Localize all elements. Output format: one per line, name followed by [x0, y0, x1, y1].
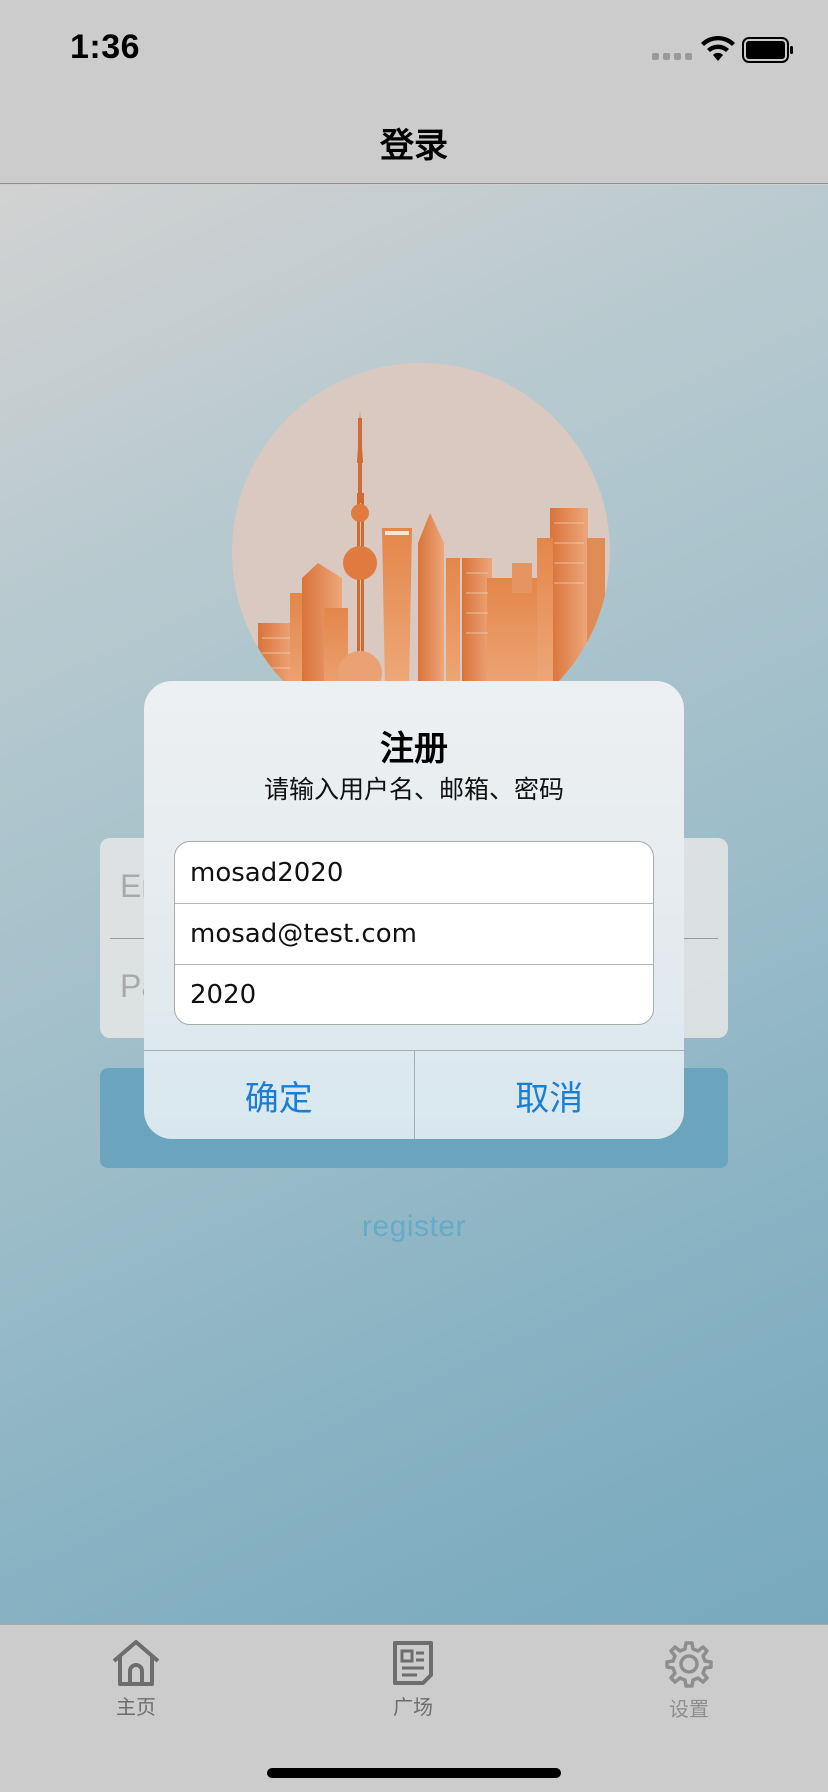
gear-icon [665, 1641, 713, 1688]
register-alert: 注册 请输入用户名、邮箱、密码 mosad2020 mosad@test.com… [144, 681, 684, 1139]
battery-icon [742, 37, 793, 63]
alert-title: 注册 [380, 729, 448, 769]
document-icon [393, 1641, 433, 1685]
tab-settings[interactable]: 设置 [629, 1639, 749, 1722]
alert-text-fields: mosad2020 mosad@test.com 2020 [174, 841, 654, 1025]
status-bar: 1:36 [0, 0, 828, 100]
tab-label: 设置 [669, 1697, 709, 1721]
home-indicator[interactable] [267, 1768, 561, 1778]
email-field[interactable]: mosad@test.com [175, 903, 653, 964]
tab-label: 广场 [393, 1695, 433, 1719]
confirm-button[interactable]: 确定 [144, 1051, 414, 1139]
navigation-bar: 登录 [0, 100, 828, 184]
tab-bar: 主页 广场 设置 [0, 1624, 828, 1792]
tab-label: 主页 [116, 1695, 156, 1719]
tab-home[interactable]: 主页 [76, 1639, 196, 1720]
alert-actions: 确定 取消 [144, 1050, 684, 1139]
home-icon [112, 1640, 160, 1686]
tab-square[interactable]: 广场 [353, 1639, 473, 1720]
cellular-signal-icon [652, 53, 692, 60]
page-title: 登录 [380, 126, 448, 166]
status-time: 1:36 [70, 28, 141, 66]
register-link[interactable]: register [0, 1210, 828, 1244]
username-field[interactable]: mosad2020 [175, 842, 653, 903]
cancel-button[interactable]: 取消 [413, 1051, 685, 1139]
alert-message: 请输入用户名、邮箱、密码 [263, 775, 564, 804]
wifi-icon [701, 35, 735, 61]
password-field[interactable]: 2020 [175, 964, 653, 1024]
